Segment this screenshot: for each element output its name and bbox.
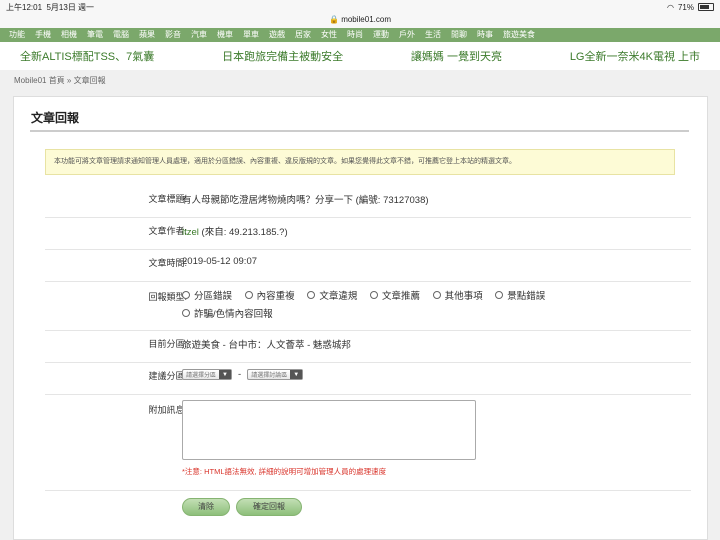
- nav-item[interactable]: 手機: [30, 28, 56, 42]
- page-title: 文章回報: [31, 111, 80, 125]
- current-section: 旅遊美食 - 台中市：人文薈萃 - 魅惑城邦: [182, 340, 351, 351]
- dropdown-arrow-icon: ▼: [219, 370, 232, 379]
- notice-box: 本功能可將文章管理請求通知管理人員處理，適用於分區錯誤、內容重複、違反版規的文章…: [45, 149, 675, 175]
- radio-icon: [432, 291, 441, 299]
- radio-icon: [182, 309, 190, 317]
- nav-item[interactable]: 旅遊美食: [498, 28, 540, 42]
- battery-percent: 71%: [677, 2, 694, 12]
- type-row: 回報類型: 分區錯誤 內容重複 文章違規 文章推薦 其他事項 景點錯誤 詐騙/色…: [45, 281, 691, 331]
- nav-item[interactable]: 單車: [238, 28, 264, 42]
- type-radio[interactable]: 詐騙/色情內容回報: [182, 306, 273, 320]
- url-text: mobile01.com: [341, 15, 391, 24]
- url-bar[interactable]: 🔒 mobile01.com: [0, 14, 720, 28]
- wifi-icon: ◠: [667, 2, 674, 12]
- type-options: 分區錯誤 內容重複 文章違規 文章推薦 其他事項 景點錯誤 詐騙/色情內容回報: [182, 288, 555, 320]
- nav-item[interactable]: 遊戲: [264, 28, 290, 42]
- author-from: (來自: 49.213.185.?): [201, 227, 288, 238]
- nav-item[interactable]: 筆電: [82, 28, 108, 42]
- report-form: 文章回報 本功能可將文章管理請求通知管理人員處理，適用於分區錯誤、內容重複、違反…: [13, 96, 708, 540]
- top-nav: 功能 手機 相機 筆電 電腦 蘋果 影音 汽車 機車 單車 遊戲 居家 女性 時…: [0, 28, 720, 42]
- type-radio[interactable]: 其他事項: [432, 288, 483, 302]
- nav-item[interactable]: 影音: [160, 28, 186, 42]
- submit-button[interactable]: 確定回報: [236, 498, 302, 516]
- radio-icon: [307, 291, 316, 299]
- suggest-row: 建議分區: 請選擇分區 ▼ - 請選擇討論區 ▼: [45, 362, 691, 395]
- type-radio[interactable]: 分區錯誤: [182, 288, 232, 302]
- radio-icon: [495, 291, 504, 299]
- extra-row: 附加訊息: *注意: HTML語法無效, 詳細的說明可增加管理人員的處理速度: [45, 394, 691, 491]
- article-title: 有人母親節吃澄居烤物燒肉嗎？分享一下 (編號: 73127038): [182, 195, 429, 206]
- nav-item[interactable]: 時事: [472, 28, 498, 42]
- nav-item[interactable]: 汽車: [186, 28, 212, 42]
- breadcrumb[interactable]: Mobile01 首頁 » 文章回報: [0, 70, 720, 92]
- html-warning: *注意: HTML語法無效, 詳細的說明可增加管理人員的處理速度: [182, 467, 387, 476]
- nav-item[interactable]: 相機: [56, 28, 82, 42]
- type-radio[interactable]: 內容重複: [244, 288, 295, 302]
- section-select[interactable]: 請選擇分區 ▼: [182, 369, 233, 380]
- title-divider: [30, 130, 689, 132]
- radio-icon: [182, 291, 190, 299]
- nav-item[interactable]: 生活: [420, 28, 446, 42]
- author-row: 文章作者: ltzel (來自: 49.213.185.?): [45, 217, 691, 250]
- nav-item[interactable]: 運動: [368, 28, 394, 42]
- promo-link[interactable]: 全新ALTIS標配TSS、7氣囊: [20, 48, 154, 64]
- clear-button[interactable]: 清除: [182, 498, 230, 516]
- radio-icon: [369, 291, 378, 299]
- nav-item[interactable]: 時尚: [342, 28, 368, 42]
- nav-item[interactable]: 戶外: [394, 28, 420, 42]
- nav-item[interactable]: 蘋果: [134, 28, 160, 42]
- time-row: 文章時間: 2019-05-12 09:07: [45, 249, 691, 282]
- type-radio[interactable]: 景點錯誤: [495, 288, 545, 302]
- radio-icon: [244, 291, 253, 299]
- promo-link[interactable]: 日本跑旅完備主被動安全: [222, 48, 343, 64]
- author-link[interactable]: ltzel: [182, 227, 199, 238]
- promo-link[interactable]: LG全新一奈米4K電視 上市: [570, 48, 700, 64]
- author-info: ltzel (來自: 49.213.185.?): [182, 224, 288, 238]
- nav-item[interactable]: 電腦: [108, 28, 134, 42]
- promo-bar: 全新ALTIS標配TSS、7氣囊 日本跑旅完備主被動安全 讓媽媽 一覺到天亮 L…: [0, 42, 720, 70]
- nav-item[interactable]: 機車: [212, 28, 238, 42]
- suggest-selects: 請選擇分區 ▼ - 請選擇討論區 ▼: [182, 369, 304, 380]
- forum-select[interactable]: 請選擇討論區 ▼: [247, 369, 304, 380]
- current-row: 目前分區: 旅遊美食 - 台中市：人文薈萃 - 魅惑城邦: [45, 330, 691, 363]
- status-time: 上午12:01 5月13日 週一: [6, 2, 95, 12]
- nav-item[interactable]: 功能: [4, 28, 30, 42]
- promo-link[interactable]: 讓媽媽 一覺到天亮: [411, 48, 502, 64]
- lock-icon: 🔒: [328, 15, 339, 24]
- nav-item[interactable]: 女性: [316, 28, 342, 42]
- article-time: 2019-05-12 09:07: [182, 256, 258, 267]
- status-right: ◠ 71%: [667, 3, 714, 12]
- extra-message-input[interactable]: [182, 400, 476, 460]
- article-title-row: 文章標題: 有人母親節吃澄居烤物燒肉嗎？分享一下 (編號: 73127038): [45, 185, 691, 218]
- nav-item[interactable]: 居家: [290, 28, 316, 42]
- nav-item[interactable]: 閒聊: [446, 28, 472, 42]
- type-radio[interactable]: 文章違規: [307, 288, 357, 302]
- status-bar: 上午12:01 5月13日 週一 ◠ 71%: [0, 0, 720, 14]
- type-radio[interactable]: 文章推薦: [369, 288, 420, 302]
- suggest-dash: -: [238, 369, 242, 380]
- dropdown-arrow-icon: ▼: [290, 370, 303, 379]
- battery-icon: [698, 3, 714, 11]
